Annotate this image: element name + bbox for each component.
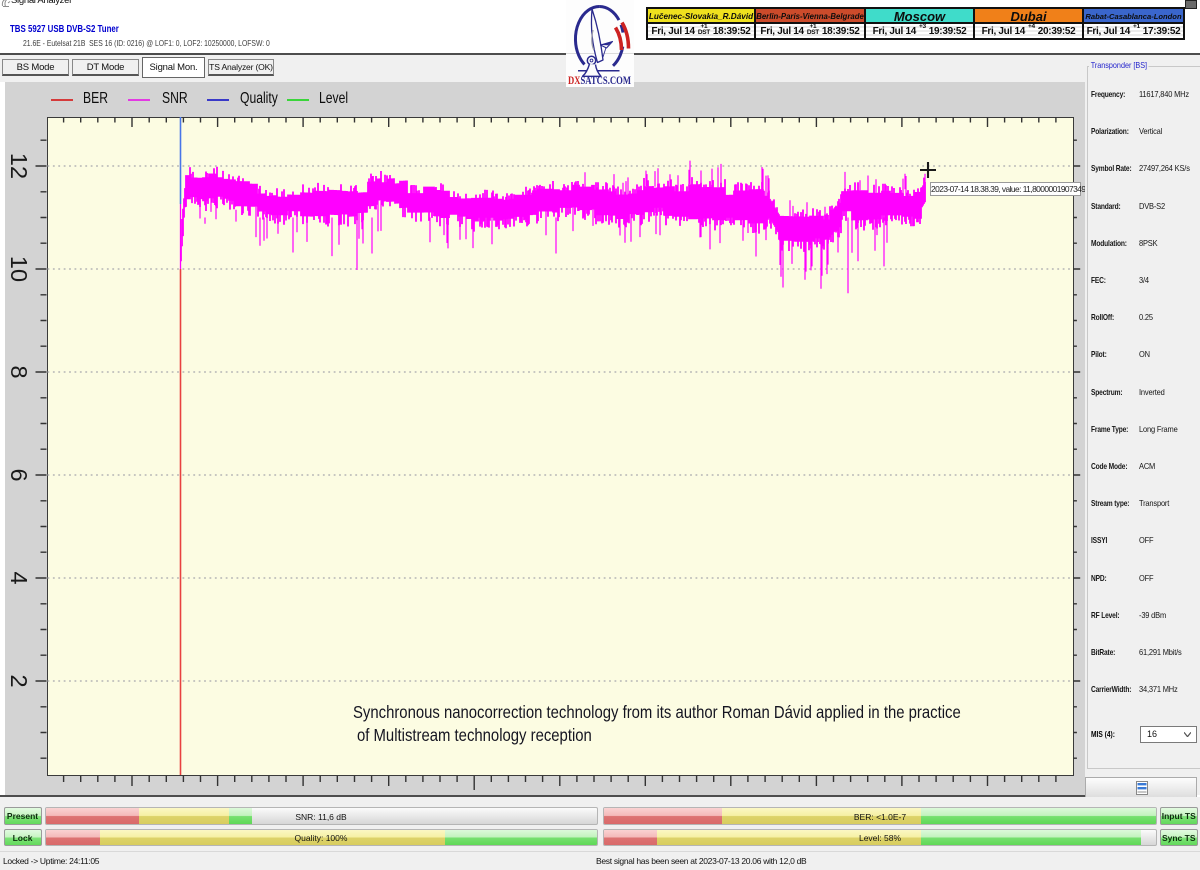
svg-text:4: 4 (6, 571, 32, 584)
svg-text:10: 10 (6, 256, 32, 282)
svg-text:8: 8 (6, 365, 32, 378)
svg-text:6: 6 (6, 468, 32, 481)
svg-text:12: 12 (6, 153, 32, 179)
svg-text:DXSATCS.COM: DXSATCS.COM (568, 73, 631, 87)
svg-text:2: 2 (6, 674, 32, 687)
